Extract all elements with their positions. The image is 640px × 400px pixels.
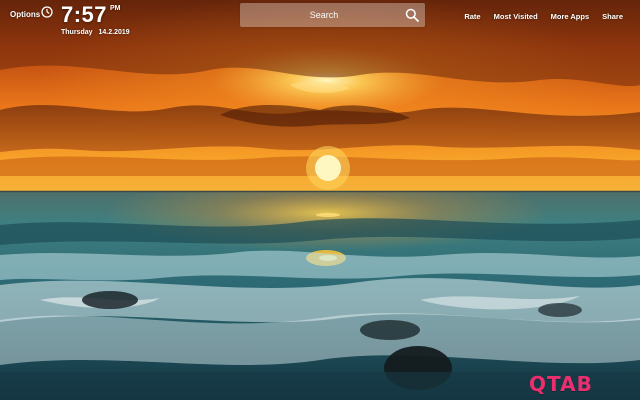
top-nav: Rate Most Visited More Apps Share [464,12,623,21]
rate-link[interactable]: Rate [464,12,480,21]
clock-ampm: PM [110,5,121,12]
date-display: Thursday 14.2.2019 [61,29,136,36]
clock-icon[interactable] [41,6,53,18]
qtab-logo: QTAB [529,372,593,396]
search-bar [240,3,425,27]
search-icon[interactable] [405,8,419,22]
search-input[interactable] [240,3,400,27]
clock-time: 7:57 [61,2,108,27]
background-sunset-image [0,0,640,400]
date-label: 14.2.2019 [98,29,130,36]
options-link[interactable]: Options [10,10,40,19]
more-apps-link[interactable]: More Apps [551,12,589,21]
most-visited-link[interactable]: Most Visited [494,12,538,21]
weekday-label: Thursday [61,29,93,36]
share-link[interactable]: Share [602,12,623,21]
